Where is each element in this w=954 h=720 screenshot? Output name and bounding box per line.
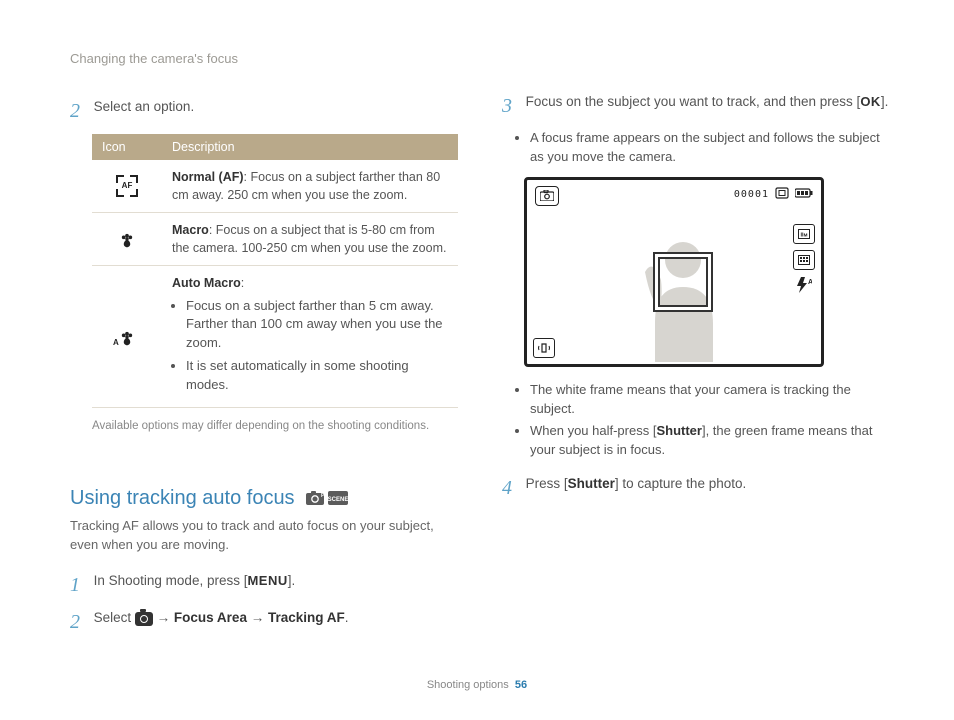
ok-label: OK [860,94,881,109]
svg-text:A: A [808,279,812,286]
step-number: 4 [502,474,522,503]
opt-bullet: It is set automatically in some shooting… [186,357,448,395]
step-text: Press [Shutter] to capture the photo. [526,474,890,494]
quality-icon [793,250,815,270]
scene-mode-icon: SCENE [328,490,348,510]
battery-icon [795,188,813,204]
af-icon: AF [116,175,138,197]
footer: Shooting options 56 [0,678,954,694]
step-2: 2 Select an option. [70,97,458,126]
section-desc: Tracking AF allows you to track and auto… [70,517,458,555]
bullet: A focus frame appears on the subject and… [530,129,890,167]
step-text: In Shooting mode, press [MENU]. [94,571,458,591]
text-part: . [345,610,349,625]
text-part: Select [94,610,135,625]
focus-area-label: Focus Area [174,610,247,625]
text-part: In Shooting mode, press [ [94,573,248,588]
step-4: 4 Press [Shutter] to capture the photo. [502,474,890,503]
camera-mode-icon: P [306,490,324,510]
focus-frame [653,252,713,312]
step3-bullets: A focus frame appears on the subject and… [502,129,890,167]
tracking-af-label: Tracking AF [268,610,345,625]
svg-text:IIм: IIм [800,232,807,238]
text-part: Focus on the subject you want to track, … [526,94,861,109]
step-number: 1 [70,571,90,600]
menu-label: MENU [247,573,287,588]
lcd-preview: 00001 IIм A [524,177,824,367]
shake-icon [533,338,555,358]
footnote: Available options may differ depending o… [92,418,458,435]
step-text: Focus on the subject you want to track, … [526,92,890,112]
auto-macro-icon: A [117,327,137,347]
text-part: Press [ [526,476,568,491]
macro-icon [117,229,137,249]
bullet: The white frame means that your camera i… [530,381,890,419]
camera-mode-indicator-icon [535,186,559,206]
opt-bullet: Focus on a subject farther than 5 cm awa… [186,297,448,354]
flash-icon: A [793,276,813,294]
section-heading: Using tracking auto focus P SCENE [70,484,458,513]
text-part: When you half-press [ [530,423,656,438]
shutter-label: Shutter [568,476,615,491]
substep-1: 1 In Shooting mode, press [MENU]. [70,571,458,600]
th-icon: Icon [92,134,162,160]
opt-bullets: Focus on a subject farther than 5 cm awa… [172,297,448,395]
footer-label: Shooting options [427,679,509,691]
page-number: 56 [515,679,527,691]
bullet: When you half-press [Shutter], the green… [530,422,890,460]
opt-body: : Focus on a subject that is 5-80 cm fro… [172,223,446,255]
svg-text:SCENE: SCENE [328,497,348,503]
svg-text:P: P [321,493,324,499]
counter: 00001 [734,188,769,203]
options-table: Icon Description AF Normal (AF): Focus o… [92,134,458,408]
camera-icon [135,612,153,626]
opt-title: Normal (AF) [172,170,244,184]
after-lcd-bullets: The white frame means that your camera i… [502,381,890,460]
section-title: Using tracking auto focus [70,487,295,509]
arrow: → [247,610,268,625]
resolution-icon: IIм [793,224,815,244]
table-row: Macro: Focus on a subject that is 5-80 c… [92,213,458,266]
arrow: → [153,610,174,625]
shutter-label: Shutter [656,423,702,438]
text-part: ]. [288,573,296,588]
memory-icon [775,187,789,205]
opt-title: Auto Macro [172,276,241,290]
step-number: 2 [70,608,90,637]
opt-colon: : [241,276,244,290]
table-row: A Auto Macro: Focus on a subject farther… [92,266,458,407]
table-row: AF Normal (AF): Focus on a subject farth… [92,160,458,213]
step-number: 3 [502,92,522,121]
text-part: ] to capture the photo. [615,476,746,491]
step-text: Select → Focus Area → Tracking AF. [94,608,458,628]
text-part: ]. [881,94,889,109]
step-3: 3 Focus on the subject you want to track… [502,92,890,121]
th-desc: Description [162,134,458,160]
breadcrumb: Changing the camera's focus [70,50,458,69]
step-number: 2 [70,97,90,126]
opt-title: Macro [172,223,209,237]
step-text: Select an option. [94,97,458,117]
substep-2: 2 Select → Focus Area → Tracking AF. [70,608,458,637]
